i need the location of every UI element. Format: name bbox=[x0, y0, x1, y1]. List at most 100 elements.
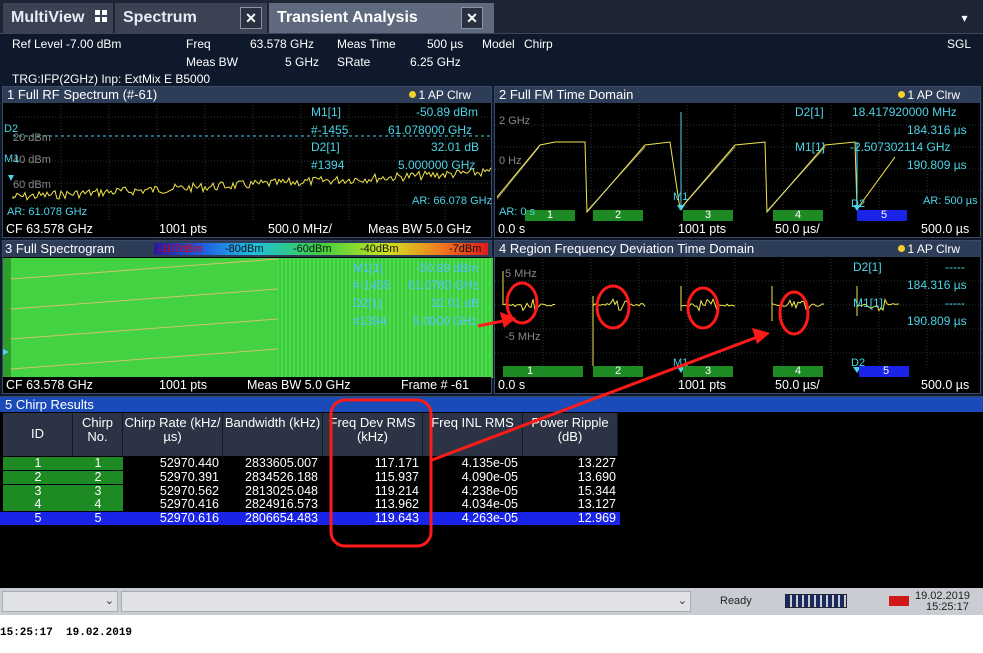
marker-m1-value: ----- bbox=[945, 296, 965, 310]
chirp-bar-label: 2 bbox=[615, 365, 622, 377]
table-cell: 2834526.188 bbox=[245, 469, 318, 484]
marker-m1-label: M1 bbox=[673, 357, 689, 369]
time-per-div[interactable]: 50.0 µs/ bbox=[775, 221, 820, 237]
chirp-results-table[interactable]: 5 Chirp Results ID Chirp No. Chirp Rate … bbox=[0, 396, 983, 588]
y-tick-label: 5 MHz bbox=[505, 268, 537, 280]
marker-m1-value: -50.89 dBm bbox=[416, 261, 479, 275]
marker-m1-label: M1 bbox=[4, 153, 20, 165]
meas-bw-value[interactable]: 5 GHz bbox=[285, 55, 319, 69]
column-header-freq-dev-rms[interactable]: Freq Dev RMS (kHz) bbox=[323, 413, 423, 456]
column-header-power-ripple[interactable]: Power Ripple (dB) bbox=[523, 413, 618, 456]
model-value[interactable]: Chirp bbox=[524, 37, 553, 51]
table-row[interactable]: 3 3 52970.562 2813025.048 119.214 4.238e-05 15… bbox=[0, 483, 620, 498]
ref-level[interactable]: Ref Level -7.00 dBm bbox=[12, 37, 121, 51]
marker-m1-name: M1[1] bbox=[311, 105, 342, 119]
table-cell: 52970.562 bbox=[159, 483, 219, 498]
chirp-bar-label: 4 bbox=[795, 209, 802, 221]
column-header-chirp-rate[interactable]: Chirp Rate (kHz/µs) bbox=[123, 413, 223, 456]
table-cell: 4.135e-05 bbox=[461, 456, 518, 470]
tab-multiview-label: MultiView bbox=[11, 9, 85, 26]
pane-rf-spectrum[interactable]: 1 Full RF Spectrum (#-61) 1 AP Clrw 20 dB… bbox=[2, 86, 492, 238]
marker-d2-time: 184.316 µs bbox=[907, 123, 967, 137]
time-per-div[interactable]: 50.0 µs/ bbox=[775, 377, 820, 393]
sweep-points[interactable]: 1001 pts bbox=[159, 221, 207, 237]
span-per-div[interactable]: 500.0 MHz/ bbox=[268, 221, 332, 237]
marker-d2-name: D2[1] bbox=[353, 296, 382, 310]
tab-menu-dropdown[interactable]: ▾ bbox=[946, 3, 983, 33]
marker-d2-time: 184.316 µs bbox=[907, 278, 967, 292]
sweep-points[interactable]: 1001 pts bbox=[159, 377, 207, 393]
sweep-points[interactable]: 1001 pts bbox=[678, 221, 726, 237]
column-header-bandwidth[interactable]: Bandwidth (kHz) bbox=[223, 413, 323, 456]
tab-multiview[interactable]: MultiView bbox=[3, 3, 113, 33]
marker-m1-label: M1 bbox=[673, 191, 689, 203]
status-dropdown-left[interactable]: ⌄ bbox=[2, 591, 118, 612]
tab-transient-analysis[interactable]: Transient Analysis ✕ bbox=[269, 3, 494, 33]
sgl-indicator: SGL bbox=[947, 37, 972, 51]
marker-d2-freq: 5.0000 GHz bbox=[413, 314, 478, 328]
marker-m1-freq: -2.507302114 GHz bbox=[850, 140, 951, 154]
table-cell: 12.969 bbox=[577, 511, 616, 526]
y-tick-label: 0 Hz bbox=[499, 155, 522, 167]
column-header-chirp-no[interactable]: Chirp No. bbox=[73, 413, 123, 456]
x-end: 500.0 µs bbox=[921, 378, 970, 392]
meas-time-value[interactable]: 500 µs bbox=[427, 37, 463, 51]
freq-label: Freq bbox=[186, 37, 211, 51]
srate-label: SRate bbox=[337, 55, 371, 69]
meas-bw[interactable]: Meas BW 5.0 GHz bbox=[368, 221, 472, 237]
table-cell: 4.090e-05 bbox=[461, 469, 518, 484]
freq-value[interactable]: 63.578 GHz bbox=[250, 37, 314, 51]
close-icon[interactable]: ✕ bbox=[461, 7, 483, 29]
frame-number[interactable]: Frame # -61 bbox=[401, 377, 469, 393]
meas-bw[interactable]: Meas BW 5.0 GHz bbox=[247, 377, 351, 393]
results-title: 5 Chirp Results bbox=[0, 397, 983, 412]
table-cell: 15.344 bbox=[577, 483, 616, 498]
pane-footer: 0.0 s 1001 pts 50.0 µs/ 500.0 µs bbox=[495, 221, 980, 237]
table-cell: 52970.416 bbox=[159, 497, 219, 512]
table-cell: 4.263e-05 bbox=[461, 511, 518, 526]
marker-d2-value: 32.01 dB bbox=[431, 296, 480, 310]
table-cell: 13.127 bbox=[577, 497, 616, 512]
ar-left-label: AR: 0 s bbox=[499, 206, 536, 218]
y-tick-label: 20 dBm bbox=[13, 132, 51, 144]
pane-footer: CF 63.578 GHz 1001 pts 500.0 MHz/ Meas B… bbox=[3, 221, 491, 237]
footer-timestamp: 15:25:17 19.02.2019 bbox=[0, 627, 133, 639]
marker-m1-points: #-1455 bbox=[353, 278, 391, 292]
marker-m1-name: M1[1] bbox=[853, 296, 884, 310]
table-cell: 1 bbox=[73, 457, 123, 470]
table-cell: 4 bbox=[73, 498, 123, 512]
measurement-info-bar: Ref Level -7.00 dBm Freq 63.578 GHz Meas… bbox=[0, 34, 983, 86]
table-row[interactable]: 4 4 52970.416 2824916.573 113.962 4.034e-05 13… bbox=[0, 497, 620, 512]
column-header-freq-inl-rms[interactable]: Freq INL RMS bbox=[423, 413, 523, 456]
table-cell: 2 bbox=[73, 470, 123, 484]
marker-d2-freq: 5.000000 GHz bbox=[398, 158, 476, 172]
table-cell: 115.937 bbox=[374, 469, 419, 484]
status-dropdown-center[interactable]: ⌄ bbox=[121, 591, 691, 612]
srate-value[interactable]: 6.25 GHz bbox=[410, 55, 461, 69]
ar-right-label: AR: 500 µs bbox=[923, 195, 978, 207]
table-cell: 52970.616 bbox=[159, 511, 219, 526]
marker-d2-label: D2 bbox=[851, 198, 866, 210]
table-row[interactable]: 1 1 52970.440 2833605.007 117.171 4.135e-05 13… bbox=[0, 457, 620, 470]
model-label: Model bbox=[482, 37, 515, 51]
table-cell: 119.643 bbox=[374, 511, 419, 526]
pane-freq-deviation[interactable]: 4 Region Frequency Deviation Time Domain… bbox=[494, 240, 982, 394]
close-icon[interactable]: ✕ bbox=[240, 7, 262, 29]
pane-footer: CF 63.578 GHz 1001 pts Meas BW 5.0 GHz F… bbox=[3, 377, 491, 393]
table-row[interactable]: 5 5 52970.616 2806654.483 119.643 4.263e-05 12… bbox=[0, 511, 620, 526]
ar-left-label: AR: 61.078 GHz bbox=[7, 206, 88, 218]
center-frequency[interactable]: CF 63.578 GHz bbox=[6, 221, 93, 237]
center-frequency[interactable]: CF 63.578 GHz bbox=[6, 377, 93, 393]
table-cell: 2806654.483 bbox=[245, 511, 318, 526]
tab-spectrum[interactable]: Spectrum ✕ bbox=[115, 3, 267, 33]
sweep-points[interactable]: 1001 pts bbox=[678, 377, 726, 393]
pane-spectrogram[interactable]: 3 Full Spectrogram -107dBm -80dBm -60dBm… bbox=[2, 240, 493, 394]
table-cell: 4 bbox=[3, 498, 73, 512]
table-row[interactable]: 2 2 52970.391 2834526.188 115.937 4.090e-05 13… bbox=[0, 469, 620, 484]
pane-fm-time-domain[interactable]: 2 Full FM Time Domain 1 AP Clrw 2 GHz 0 H… bbox=[494, 86, 982, 238]
tab-transient-analysis-label: Transient Analysis bbox=[277, 9, 418, 26]
column-header-id[interactable]: ID bbox=[3, 413, 73, 456]
chirp-bar-label: 5 bbox=[883, 365, 890, 377]
x-start: 0.0 s bbox=[498, 222, 526, 236]
multiview-grid-icon bbox=[94, 10, 107, 22]
